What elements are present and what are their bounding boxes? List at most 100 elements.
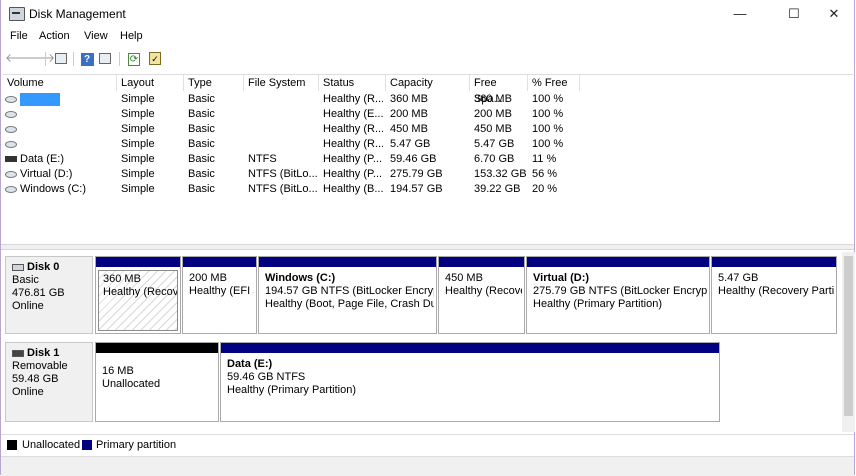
help-icon[interactable]: ? (79, 51, 95, 66)
volume-list: Volume Layout Type File System Status Ca… (3, 74, 855, 243)
legend-primary-partition: Primary partition (96, 439, 177, 451)
column-header-percent-free[interactable]: % Free (528, 75, 580, 91)
volume-row[interactable]: Simple Basic Healthy (R... 5.47 GB 5.47 … (3, 137, 563, 152)
refresh-icon[interactable]: ⟳ (126, 51, 142, 66)
volume-icon (5, 110, 17, 118)
volume-percent-free: 11 % (532, 153, 557, 165)
volume-row[interactable]: Windows (C:) Simple Basic NTFS (BitLo...… (3, 182, 563, 197)
partition-block[interactable]: 450 MB Healthy (Recove (438, 256, 525, 334)
column-header-free-space[interactable]: Free Spa... (470, 75, 528, 105)
column-header-capacity[interactable]: Capacity (386, 75, 470, 91)
partition-block[interactable]: 200 MB Healthy (EFI S (182, 256, 257, 334)
volume-layout: Simple (121, 123, 155, 135)
volume-status: Healthy (E... (323, 108, 383, 120)
disk-graphical-view: Disk 0 Basic 476.81 GB Online 360 MB Hea… (3, 252, 841, 432)
unallocated-swatch (7, 440, 17, 450)
volume-layout: Simple (121, 108, 155, 120)
disk-management-window: Disk Management — ☐ ✕ File Action View H… (0, 0, 855, 476)
volume-name: Virtual (D:) (20, 168, 73, 180)
volume-layout: Simple (121, 153, 155, 165)
disk-size: 476.81 GB (12, 287, 65, 299)
primary-partition-stripe (259, 257, 436, 267)
volume-row[interactable]: Simple Basic Healthy (E... 200 MB 200 MB… (3, 107, 563, 122)
partition-title: Virtual (D:) (533, 272, 590, 284)
removable-drive-icon (5, 156, 17, 163)
show-hide-console-tree-icon[interactable] (53, 51, 69, 66)
disk-0-label[interactable]: Disk 0 Basic 476.81 GB Online (5, 256, 93, 334)
legend-unallocated: Unallocated (22, 439, 81, 451)
volume-icon (5, 170, 17, 178)
volume-list-view-icon[interactable] (97, 51, 113, 66)
menu-view[interactable]: View (84, 30, 108, 42)
disk-1-label[interactable]: Disk 1 Removable 59.48 GB Online (5, 342, 93, 422)
partition-title: Windows (C:) (265, 272, 336, 284)
volume-layout: Simple (121, 138, 155, 150)
pane-splitter[interactable] (1, 244, 854, 250)
disk-kind: Removable (12, 360, 68, 372)
volume-file-system: NTFS (BitLo... (248, 168, 318, 180)
partition-size: 360 MB (103, 273, 141, 285)
volume-percent-free: 100 % (532, 108, 564, 120)
disk-kind: Basic (12, 274, 39, 286)
volume-free-space: 153.32 GB (474, 168, 527, 180)
status-bar (1, 456, 854, 476)
menu-action[interactable]: Action (39, 30, 70, 42)
scrollbar-thumb[interactable] (844, 256, 853, 416)
volume-status: Healthy (R... (323, 123, 383, 135)
toolbar: 🡐 🡒 ? ⟳ ✓ (1, 48, 854, 70)
disk-state: Online (12, 300, 44, 312)
primary-partition-stripe (96, 257, 180, 267)
forward-arrow-icon[interactable]: 🡒 (23, 51, 55, 66)
properties-icon[interactable]: ✓ (147, 51, 163, 66)
partition-block[interactable]: Virtual (D:) 275.79 GB NTFS (BitLocker E… (526, 256, 710, 334)
volume-row[interactable]: Simple Basic Healthy (R... 360 MB 360 MB… (3, 92, 563, 107)
partition-title: Data (E:) (227, 358, 273, 370)
column-header-status[interactable]: Status (319, 75, 386, 91)
minimize-button[interactable]: — (717, 0, 763, 28)
partition-status: Healthy (Boot, Page File, Crash Dum (265, 298, 434, 310)
volume-status: Healthy (P... (323, 168, 383, 180)
unallocated-stripe (96, 343, 218, 353)
column-header-volume[interactable]: Volume (3, 75, 117, 91)
column-header-layout[interactable]: Layout (117, 75, 184, 91)
partition-status: Healthy (Primary Partition) (227, 384, 356, 396)
primary-partition-swatch (82, 440, 92, 450)
menu-bar: File Action View Help (1, 28, 854, 46)
partition-block[interactable]: Data (E:) 59.46 GB NTFS Healthy (Primary… (220, 342, 720, 422)
menu-file[interactable]: File (10, 30, 28, 42)
partition-status: Unallocated (102, 378, 161, 390)
volume-name: Windows (C:) (20, 183, 87, 195)
partition-size: 16 MB (102, 365, 134, 377)
unallocated-block[interactable]: 16 MB Unallocated (95, 342, 219, 422)
volume-row[interactable]: Virtual (D:) Simple Basic NTFS (BitLo...… (3, 167, 563, 182)
vertical-scrollbar[interactable] (842, 252, 855, 432)
partition-block[interactable]: Windows (C:) 194.57 GB NTFS (BitLocker E… (258, 256, 437, 334)
partition-size: 450 MB (445, 272, 483, 284)
volume-percent-free: 20 % (532, 183, 558, 195)
column-header-type[interactable]: Type (184, 75, 244, 91)
volume-icon (5, 185, 17, 193)
volume-free-space: 5.47 GB (474, 138, 515, 150)
menu-help[interactable]: Help (120, 30, 143, 42)
column-header-file-system[interactable]: File System (244, 75, 319, 91)
volume-capacity: 275.79 GB (390, 168, 443, 180)
close-button[interactable]: ✕ (811, 0, 856, 28)
partition-block[interactable]: 5.47 GB Healthy (Recovery Partiti (711, 256, 837, 334)
title-bar: Disk Management — ☐ ✕ (1, 0, 854, 28)
volume-free-space: 360 MB (474, 93, 512, 105)
partition-size: 5.47 GB (718, 272, 759, 284)
partition-size: 200 MB (189, 272, 227, 284)
volume-row[interactable]: Simple Basic Healthy (R... 450 MB 450 MB… (3, 122, 563, 137)
volume-free-space: 39.22 GB (474, 183, 521, 195)
volume-status: Healthy (R... (323, 93, 383, 105)
volume-type: Basic (188, 123, 215, 135)
volume-row[interactable]: Data (E:) Simple Basic NTFS Healthy (P..… (3, 152, 563, 167)
volume-free-space: 200 MB (474, 108, 512, 120)
back-arrow-icon[interactable]: 🡐 (5, 51, 37, 66)
volume-layout: Simple (121, 183, 155, 195)
removable-disk-icon (12, 349, 24, 357)
volume-type: Basic (188, 93, 215, 105)
partition-block[interactable]: 360 MB Healthy (Recove (95, 256, 181, 334)
volume-percent-free: 100 % (532, 138, 564, 150)
volume-capacity: 200 MB (390, 108, 428, 120)
